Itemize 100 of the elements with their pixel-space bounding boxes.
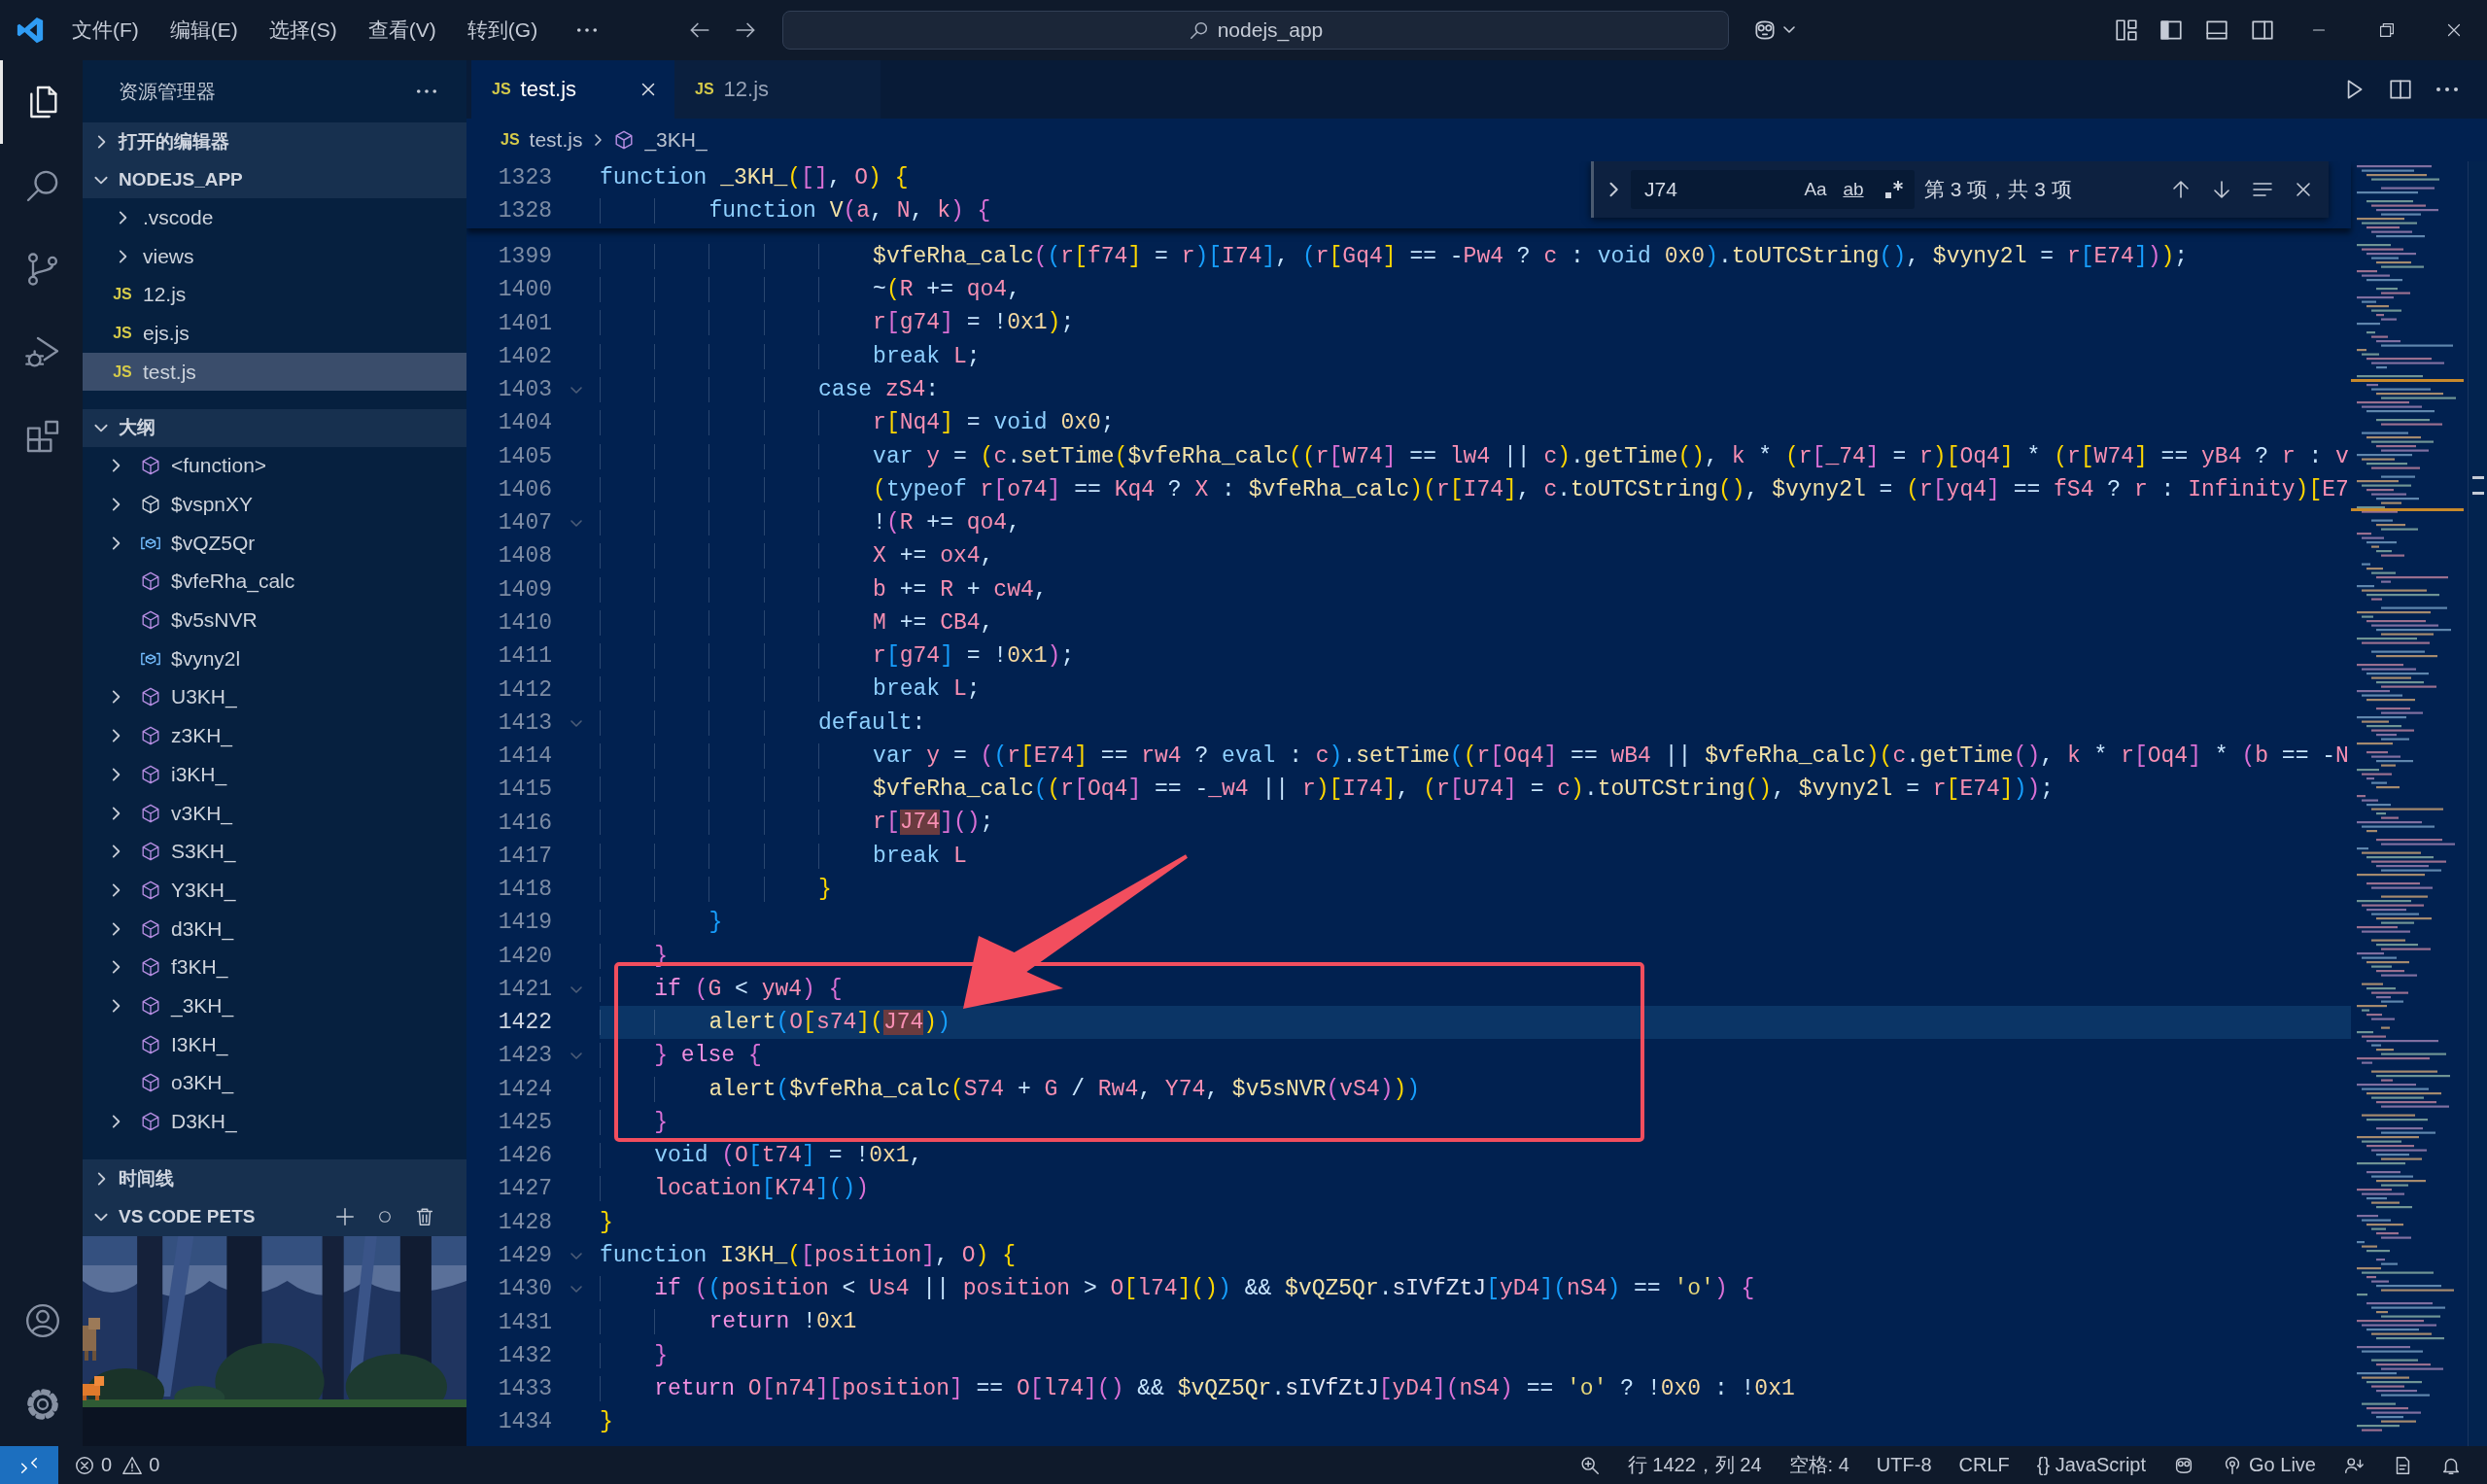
code-line[interactable]: var y = (c.setTime($vfeRha_calc((r[W74] == lw4 || c).getTime(), k * (r[_74] = r)[Oq4] * (r[W74] == yB4 ? r : v	[600, 439, 2349, 473]
folder-item[interactable]: .vscode	[83, 198, 466, 237]
error-count[interactable]: 0	[74, 1454, 113, 1476]
code-line[interactable]: }	[600, 1405, 613, 1439]
outline-item[interactable]: Y3KH_	[83, 871, 466, 910]
whole-word-toggle[interactable]: ab	[1836, 175, 1871, 204]
menu-item[interactable]: 转到(G)	[453, 11, 552, 50]
code-line[interactable]: case zS4:	[600, 373, 940, 407]
line-number: 1425	[497, 1109, 552, 1135]
code-line[interactable]: b += R + cw4,	[600, 572, 1048, 606]
outline-item[interactable]: S3KH_	[83, 832, 466, 872]
code-line[interactable]: M += CB4,	[600, 605, 994, 640]
code-line[interactable]: X += ox4,	[600, 539, 994, 573]
outline-item[interactable]: z3KH_	[83, 716, 466, 755]
panel-toggle-icon[interactable]	[2203, 17, 2229, 43]
code-line[interactable]: break L;	[600, 339, 981, 373]
code-line[interactable]: $vfeRha_calc((r[f74] = r)[I74], (r[Gq4] == -Pw4 ? c : void 0x0).toUTCString(), $vyny2l = r[E74]));	[600, 239, 2189, 274]
go-live-button[interactable]: Go Live	[2222, 1454, 2316, 1476]
outline-item[interactable]: D3KH_	[83, 1102, 466, 1141]
code-line[interactable]: }	[600, 1205, 613, 1239]
code-line[interactable]: }	[600, 1338, 669, 1372]
code-line[interactable]: $vfeRha_calc((r[Oq4] == -_w4 || r)[I74], (r[U74] = c).toUTCString(), $vyny2l = r[E74]));	[600, 773, 2055, 807]
language-mode[interactable]: {} JavaScript	[2036, 1454, 2147, 1476]
section-header[interactable]: NODEJS_APP	[83, 160, 466, 198]
code-line[interactable]: !(R += qo4,	[600, 506, 1020, 540]
outline-item[interactable]: $vyny2l	[83, 638, 466, 678]
code-line[interactable]: } else {	[600, 1039, 762, 1073]
warning-count[interactable]: 0	[121, 1454, 160, 1476]
breadcrumb-item[interactable]: JS test.js	[501, 128, 583, 152]
outline-item[interactable]: v3KH_	[83, 793, 466, 833]
outline-item[interactable]: i3KH_	[83, 755, 466, 794]
code-line[interactable]: return O[n74][position] == O[l74]() && $vQZ5Qr.sIVfZtJ[yD4](nS4) == 'o' ? !0x0 : !0x1	[600, 1371, 1795, 1406]
cursor-position[interactable]: 行 1422，列 24	[1627, 1452, 1762, 1478]
menu-item[interactable]: 编辑(E)	[155, 11, 252, 50]
line-ending[interactable]: CRLF	[1958, 1454, 2010, 1476]
section-header[interactable]: VS CODE PETS	[83, 1197, 466, 1236]
code-line[interactable]: var y = ((r[E74] == rw4 ? eval : c).setTime((r[Oq4] == wB4 || $vfeRha_calc)(c.getTime(), k * r[Oq4] * (b == -N	[600, 739, 2349, 774]
outline-item[interactable]: o3KH_	[83, 1063, 466, 1103]
more-icon[interactable]	[2435, 86, 2460, 92]
section-header[interactable]: 打开的编辑器	[83, 122, 466, 160]
circle-icon[interactable]	[377, 1209, 393, 1225]
plus-icon[interactable]	[334, 1206, 356, 1227]
code-line[interactable]: function V(a, N, k) {	[600, 194, 991, 228]
file-item[interactable]: JS test.js	[83, 352, 466, 392]
outline-item[interactable]: $vfeRha_calc	[83, 562, 466, 602]
section-header[interactable]: 大纲	[83, 408, 466, 447]
tab[interactable]: JS 12.js	[674, 60, 881, 119]
code-line[interactable]: }	[600, 872, 832, 907]
code-line[interactable]: location[K74]())	[600, 1172, 870, 1206]
code-line[interactable]: function _3KH_([], O) {	[600, 161, 909, 195]
indentation[interactable]: 空格: 4	[1788, 1452, 1849, 1478]
code-line[interactable]: }	[600, 1105, 669, 1140]
tab[interactable]: JS test.js	[471, 60, 674, 119]
outline-item[interactable]: $vQZ5Qr	[83, 523, 466, 563]
more-icon[interactable]	[576, 27, 599, 33]
code-line[interactable]: if ((position < Us4 || position > O[l74]()) && $vQZ5Qr.sIVfZtJ[yD4](nS4) == 'o') {	[600, 1272, 1755, 1306]
file-item[interactable]: JS ejs.js	[83, 314, 466, 353]
menu-item[interactable]: 选择(S)	[255, 11, 351, 50]
find-input[interactable]: J74 Aa ab	[1631, 170, 1915, 209]
sidebar-toggle-icon[interactable]	[2159, 17, 2185, 43]
file-item[interactable]: JS 12.js	[83, 275, 466, 315]
code-line[interactable]: r[J74]();	[600, 806, 994, 840]
outline-item[interactable]: $v5sNVR	[83, 601, 466, 639]
encoding[interactable]: UTF-8	[1876, 1454, 1932, 1476]
trash-icon[interactable]	[414, 1206, 435, 1227]
section-header[interactable]: 时间线	[83, 1159, 466, 1197]
code-line[interactable]: break L;	[600, 673, 981, 707]
secondary-sidebar-icon[interactable]	[2249, 17, 2275, 43]
outline-item[interactable]: I3KH_	[83, 1024, 466, 1064]
menu-item[interactable]: 查看(V)	[354, 11, 450, 50]
more-icon[interactable]	[416, 88, 437, 94]
command-center[interactable]: nodejs_app	[782, 11, 1729, 50]
code-line[interactable]: ~(R += qo4,	[600, 273, 1020, 307]
logo-icon	[16, 16, 45, 45]
code-line[interactable]: return !0x1	[600, 1305, 857, 1339]
match-case-toggle[interactable]: Aa	[1798, 175, 1833, 204]
line-number: 1417	[497, 843, 552, 869]
caret-icon[interactable]	[1783, 26, 1795, 34]
code-line[interactable]: void (O[t74] = !0x1,	[600, 1139, 923, 1173]
code-line[interactable]: default:	[600, 706, 926, 740]
menu-item[interactable]: 文件(F)	[58, 11, 153, 50]
outline-item[interactable]: _3KH_	[83, 986, 466, 1025]
layout-icon[interactable]	[2113, 17, 2139, 43]
outline-item[interactable]: $vspnXY	[83, 485, 466, 524]
code-line[interactable]: break L	[600, 839, 967, 873]
outline-item[interactable]: d3KH_	[83, 909, 466, 949]
outline-item[interactable]: <function>	[83, 446, 466, 486]
code-line[interactable]: r[Nq4] = void 0x0;	[600, 406, 1115, 440]
code-line[interactable]: function I3KH_([position], O) {	[600, 1238, 1016, 1273]
breadcrumb-item[interactable]: _3KH_	[613, 128, 708, 152]
outline-item[interactable]: f3KH_	[83, 948, 466, 987]
code-line[interactable]: (typeof r[o74] == Kq4 ? X : $vfeRha_calc)(r[I74], c.toUTCString(), $vyny2l = (r[yq4] == fS4 ? r : Infinity)[E7	[600, 472, 2349, 507]
code-line[interactable]: alert($vfeRha_calc(S74 + G / Rw4, Y74, $v5sNVR(vS4)))	[600, 1072, 1421, 1106]
code-line[interactable]: r[g74] = !0x1);	[600, 639, 1075, 673]
outline-item[interactable]: U3KH_	[83, 677, 466, 717]
code-line[interactable]: if (G < yw4) {	[600, 972, 843, 1007]
code-line[interactable]: }	[600, 906, 723, 940]
split-editor-icon[interactable]	[2388, 77, 2413, 102]
folder-item[interactable]: views	[83, 236, 466, 276]
code-line[interactable]: r[g74] = !0x1);	[600, 306, 1075, 340]
